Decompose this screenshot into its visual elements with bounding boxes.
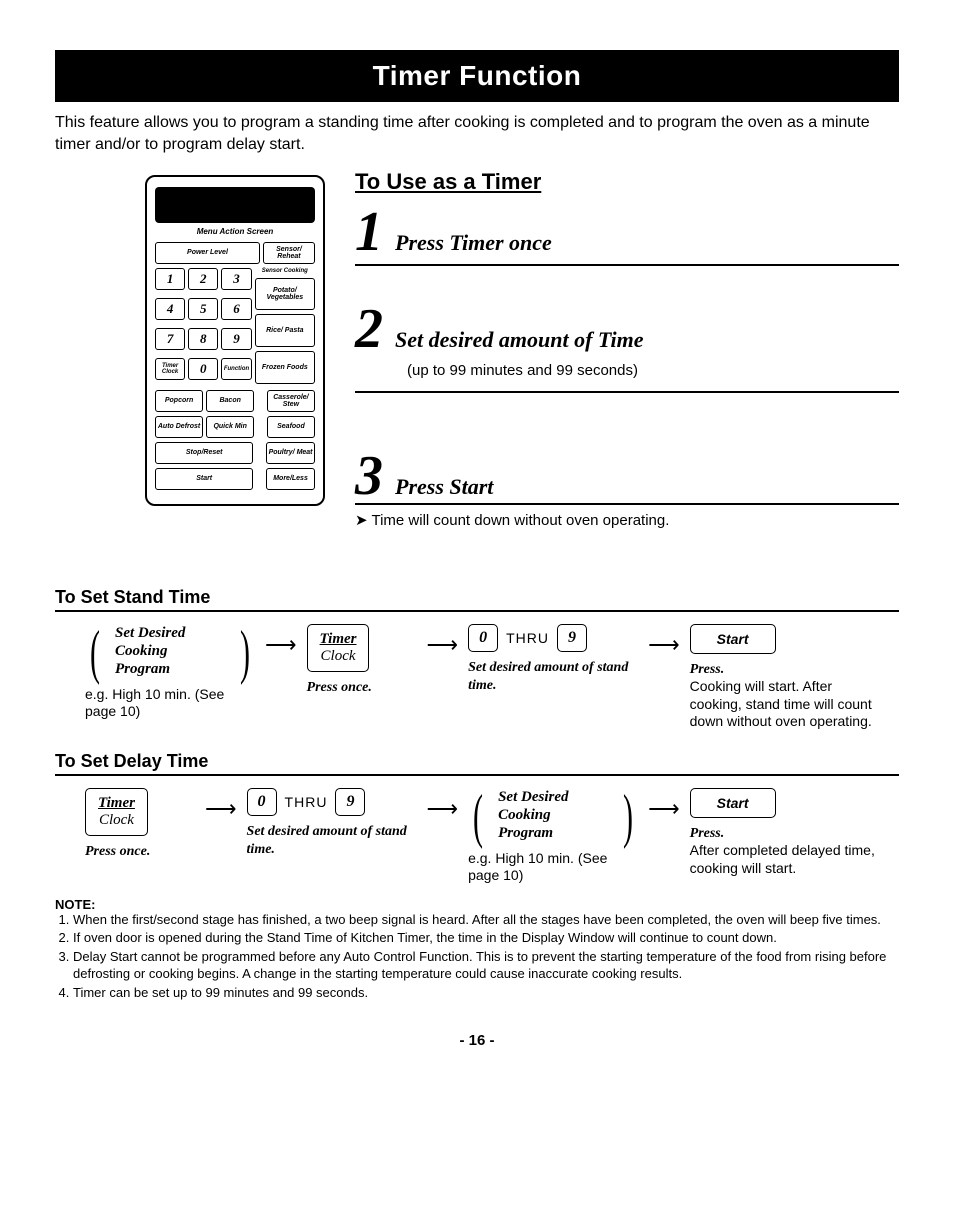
arrow-icon: ⟶ [427,796,459,822]
digit-7: 7 [155,328,185,350]
note-item: If oven door is opened during the Stand … [73,930,899,947]
screen-label: Menu Action Screen [155,227,315,236]
digit-4: 4 [155,298,185,320]
digit-3: 3 [221,268,251,290]
auto-defrost-button: Auto Defrost [155,416,203,438]
digit-8: 8 [188,328,218,350]
start-button: Start [155,468,253,490]
arrow-icon: ⟶ [648,632,680,658]
flow-step-title: Set Desired Cooking Program [498,788,608,842]
flow-desc: Set desired amount of stand time. [247,824,407,858]
step-3: 3 Press Start Time will count down witho… [355,453,899,537]
more-less-button: More/Less [266,468,315,490]
note-item: When the first/second stage has finished… [73,912,899,929]
step-number: 1 [355,209,383,257]
step-1: 1 Press Timer once [355,209,899,267]
notes-section: NOTE: When the first/second stage has fi… [55,897,899,1002]
rice-button: Rice/ Pasta [255,314,315,347]
step-sub: (up to 99 minutes and 99 seconds) [407,362,899,379]
power-level-button: Power Level [155,242,260,264]
digit-6: 6 [221,298,251,320]
step-number: 3 [355,453,383,501]
digit-0-box: 0 [247,788,277,816]
stand-time-flow: ( Set Desired Cooking Program ) e.g. Hig… [85,624,899,731]
step-number: 2 [355,306,383,354]
timer-clock-button: Timer Clock [155,358,185,380]
digit-5: 5 [188,298,218,320]
page-number: - 16 - [55,1032,899,1049]
arrow-icon: ⟶ [648,796,680,822]
sensor-reheat-button: Sensor/ Reheat [263,242,315,264]
intro-text: This feature allows you to program a sta… [55,112,899,157]
digit-9-box: 9 [335,788,365,816]
bracket-icon: ( [473,795,483,837]
thru-label: THRU [506,630,549,646]
flow-step-desc: e.g. High 10 min. (See page 10) [85,686,255,721]
bacon-button: Bacon [206,390,254,412]
delay-time-flow: Timer Clock Press once. ⟶ 0 THRU 9 Set d… [85,788,899,885]
bracket-icon: ( [90,631,100,673]
step-text: Press Start [395,474,493,500]
result-bullet: Time will count down without oven operat… [355,511,899,529]
note-item: Delay Start cannot be programmed before … [73,949,899,983]
page-title: Timer Function [55,50,899,102]
digit-2: 2 [188,268,218,290]
sensor-cooking-label: Sensor Cooking [255,268,315,274]
step-text: Set desired amount of Time [395,327,644,353]
delay-time-heading: To Set Delay Time [55,751,899,776]
timer-clock-box: Timer Clock [85,788,148,836]
notes-label: NOTE: [55,897,899,912]
arrow-icon: ⟶ [265,632,297,658]
casserole-button: Casserole/ Stew [267,390,315,412]
arrow-icon: ⟶ [427,632,459,658]
bracket-icon: ) [240,631,250,673]
bracket-icon: ) [623,795,633,837]
thru-label: THRU [285,794,328,810]
start-box: Start [690,788,776,818]
digit-9: 9 [221,328,251,350]
popcorn-button: Popcorn [155,390,203,412]
step-2: 2 Set desired amount of Time (up to 99 m… [355,306,899,393]
flow-step-desc: e.g. High 10 min. (See page 10) [468,850,638,885]
digit-0-box: 0 [468,624,498,652]
seafood-button: Seafood [267,416,315,438]
flow-step-title: Set Desired Cooking Program [115,624,225,678]
digit-0: 0 [188,358,218,380]
display-screen [155,187,315,223]
flow-desc: Press once. [85,844,150,859]
timer-clock-box: Timer Clock [307,624,370,672]
steps-column: To Use as a Timer 1 Press Timer once 2 S… [355,175,899,547]
quick-min-button: Quick Min [206,416,254,438]
function-button: Function [221,358,251,380]
digit-9-box: 9 [557,624,587,652]
flow-desc: Set desired amount of stand time. [468,660,628,694]
potato-button: Potato/ Vegetables [255,278,315,311]
keypad-diagram: Menu Action Screen Power Level Sensor/ R… [145,175,325,506]
step-text: Press Timer once [395,230,552,256]
flow-desc: Press. After completed delayed time, coo… [690,824,880,878]
stop-reset-button: Stop/Reset [155,442,253,464]
flow-desc: Press once. [307,680,372,695]
digit-1: 1 [155,268,185,290]
start-box: Start [690,624,776,654]
stand-time-heading: To Set Stand Time [55,587,899,612]
note-item: Timer can be set up to 99 minutes and 99… [73,985,899,1002]
poultry-button: Poultry/ Meat [266,442,315,464]
flow-desc: Press. Cooking will start. After cooking… [690,660,880,731]
arrow-icon: ⟶ [205,796,237,822]
use-as-timer-heading: To Use as a Timer [355,169,899,195]
frozen-button: Frozen Foods [255,351,315,384]
